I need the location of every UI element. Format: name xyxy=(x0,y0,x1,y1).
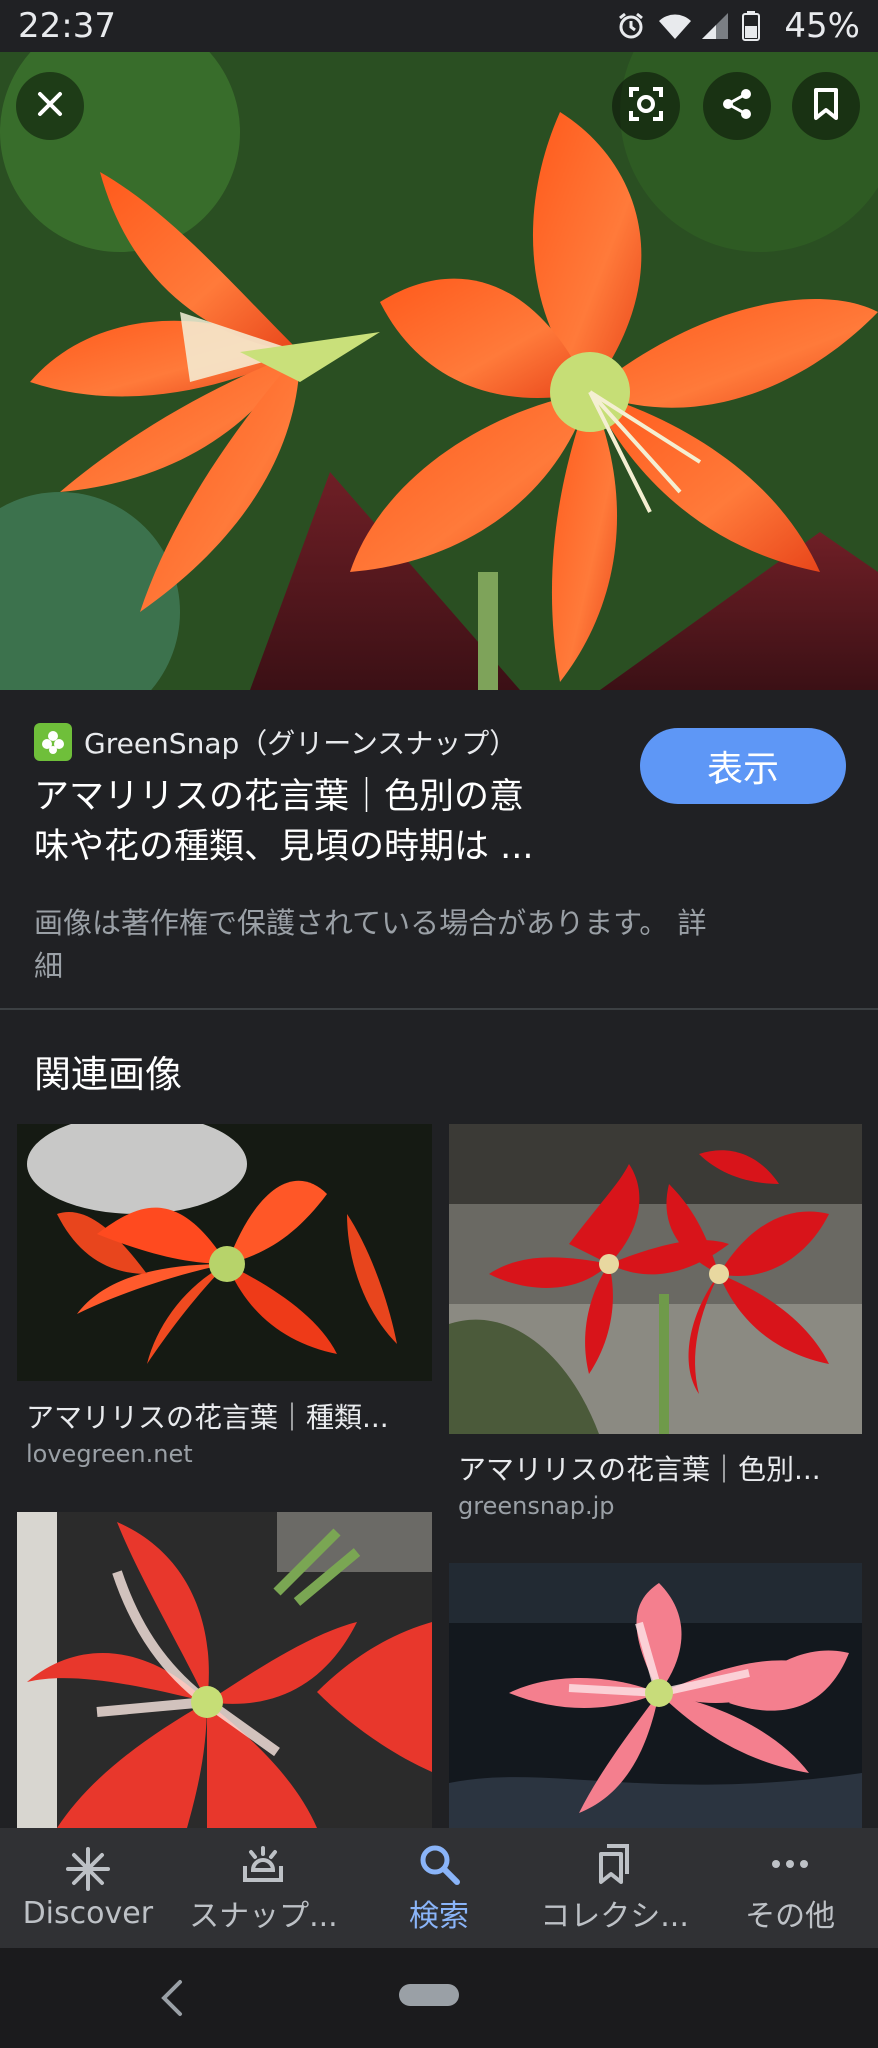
result-title[interactable]: アマリリスの花言葉｜色別の意 味や花の種類、見頃の時期は ... xyxy=(34,772,614,872)
more-icon xyxy=(767,1841,813,1887)
nav-search[interactable]: 検索 xyxy=(351,1828,527,1948)
nav-more[interactable]: その他 xyxy=(702,1828,878,1948)
collections-icon xyxy=(592,1841,638,1887)
alarm-icon xyxy=(616,11,646,41)
status-bar: 22:37 45% xyxy=(0,0,878,52)
related-heading: 関連画像 xyxy=(34,1053,182,1096)
nav-label-snap: スナップ... xyxy=(189,1899,338,1934)
copyright-line1: 画像は著作権で保護されている場合があります。 詳 xyxy=(34,906,707,940)
close-button[interactable] xyxy=(16,72,84,140)
view-button[interactable]: 表示 xyxy=(640,728,846,804)
back-icon[interactable] xyxy=(152,1972,192,2024)
related-image-3[interactable] xyxy=(17,1512,432,1828)
nav-label-collections: コレクシ... xyxy=(540,1899,689,1934)
related-domain-1: lovegreen.net xyxy=(26,1440,193,1468)
snap-icon xyxy=(240,1841,286,1887)
nav-label-search: 検索 xyxy=(408,1899,469,1934)
copyright-note[interactable]: 画像は著作権で保護されている場合があります。 詳 細 xyxy=(34,902,834,988)
home-pill[interactable] xyxy=(399,1984,459,2006)
related-title-1[interactable]: アマリリスの花言葉｜種類... xyxy=(26,1396,389,1436)
related-title-2[interactable]: アマリリスの花言葉｜色別... xyxy=(458,1448,821,1488)
nav-collections[interactable]: コレクシ... xyxy=(527,1828,703,1948)
status-icons: 45% xyxy=(616,6,860,46)
signal-icon xyxy=(700,11,730,41)
related-image-1[interactable] xyxy=(17,1124,432,1381)
divider xyxy=(0,1008,878,1010)
status-time: 22:37 xyxy=(18,6,116,46)
greensnap-logo-icon xyxy=(34,723,72,761)
nav-label-discover: Discover xyxy=(22,1895,154,1931)
hero-image[interactable] xyxy=(0,52,878,690)
battery-icon xyxy=(742,11,772,41)
related-image-2[interactable] xyxy=(449,1124,862,1434)
nav-label-more: その他 xyxy=(745,1899,836,1934)
close-icon xyxy=(35,89,65,123)
lens-button[interactable] xyxy=(612,72,680,140)
source-name: GreenSnap（グリーンスナップ） xyxy=(84,727,518,760)
share-icon xyxy=(720,87,754,125)
bookmark-button[interactable] xyxy=(792,72,860,140)
copyright-line2: 細 xyxy=(34,949,64,983)
search-icon xyxy=(416,1841,462,1887)
source-row[interactable]: GreenSnap（グリーンスナップ） xyxy=(34,722,517,762)
related-image-4[interactable] xyxy=(449,1563,862,1828)
asterisk-icon xyxy=(65,1846,111,1892)
battery-percent: 45% xyxy=(784,6,860,46)
nav-snap[interactable]: スナップ... xyxy=(176,1828,352,1948)
related-domain-2: greensnap.jp xyxy=(458,1492,615,1520)
amaryllis-thumb-1 xyxy=(17,1124,432,1381)
result-title-line2: 味や花の種類、見頃の時期は ... xyxy=(34,827,534,867)
amaryllis-thumb-4 xyxy=(449,1563,862,1828)
amaryllis-photo xyxy=(0,52,878,690)
lens-icon xyxy=(627,85,665,127)
share-button[interactable] xyxy=(703,72,771,140)
system-nav-bar xyxy=(0,1948,878,2048)
amaryllis-thumb-3 xyxy=(17,1512,432,1828)
bookmark-icon xyxy=(812,87,840,125)
result-title-line1: アマリリスの花言葉｜色別の意 xyxy=(34,777,525,817)
bottom-nav: Discover スナップ... 検索 コレクシ... その他 xyxy=(0,1828,878,1948)
nav-discover[interactable]: Discover xyxy=(0,1828,176,1948)
amaryllis-thumb-2 xyxy=(449,1124,862,1434)
wifi-icon xyxy=(658,11,692,41)
